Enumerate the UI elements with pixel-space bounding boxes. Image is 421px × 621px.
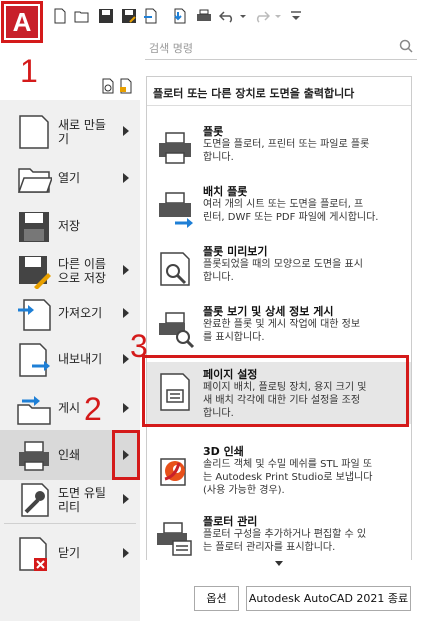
export-icon xyxy=(19,343,50,377)
chevron-right-icon xyxy=(123,494,129,504)
application-button[interactable]: A xyxy=(1,1,43,43)
scroll-down-arrow-icon xyxy=(275,561,283,566)
search-icon xyxy=(399,39,413,53)
close-drawing-icon xyxy=(19,537,47,571)
menu-item-close[interactable]: 닫기 xyxy=(0,528,140,578)
import-icon xyxy=(18,299,51,331)
wrench-icon xyxy=(21,483,49,517)
application-menu: A 1 검색 명령 새로 만들 기 열기 저장 다른 이름 으로 저장 가져오기… xyxy=(0,0,421,621)
print-submenu-panel: 플로터 또는 다른 장치로 도면을 출력합니다 플롯 도면을 플로터, 프린터 … xyxy=(146,76,412,570)
entry-description: 플롯되었을 때의 모양으로 도면을 표시 합니다. xyxy=(203,259,363,283)
chevron-right-icon xyxy=(123,354,129,364)
panel-title: 플로터 또는 다른 장치로 도면을 출력합니다 xyxy=(153,87,355,100)
chevron-right-icon xyxy=(123,308,129,318)
export-icon[interactable] xyxy=(143,8,159,24)
menu-item-export[interactable]: 내보내기 xyxy=(0,334,140,384)
3d-print-entry[interactable]: 3D 인쇄 솔리드 객체 및 수밀 메쉬를 STL 파일 또 는 Autodes… xyxy=(147,445,411,505)
plot-icon[interactable] xyxy=(196,8,212,24)
printer-icon xyxy=(19,441,49,471)
entry-description: 여러 개의 시트 또는 도면을 플로터, 프 린터, DWF 또는 PDF 파일… xyxy=(203,199,379,223)
menu-item-save[interactable]: 저장 xyxy=(0,201,140,251)
save-icon[interactable] xyxy=(98,8,114,24)
quick-access-toolbar: A xyxy=(0,0,421,43)
entry-title: 플로터 관리 xyxy=(203,515,258,528)
redo-dropdown-icon[interactable] xyxy=(274,8,282,24)
entry-title: 배치 플롯 xyxy=(203,185,248,198)
menu-item-label: 다른 이름 으로 저장 xyxy=(58,257,106,285)
application-menu-commands: 새로 만들 기 열기 저장 다른 이름 으로 저장 가져오기 내보내기 게시 인… xyxy=(0,100,140,621)
import-icon[interactable] xyxy=(172,8,188,24)
menu-item-label: 닫기 xyxy=(58,546,81,560)
batch-plot-icon xyxy=(159,192,193,228)
entry-description: 솔리드 객체 및 수밀 메쉬를 STL 파일 또 는 Autodesk Prin… xyxy=(203,459,373,496)
plotter-manager-entry[interactable]: 플로터 관리 플로터 구성을 추가하거나 편집할 수 있 는 플로터 관리자를 … xyxy=(147,515,411,565)
save-as-disk-icon xyxy=(19,256,51,289)
open-folder-icon xyxy=(17,168,52,193)
menu-separator xyxy=(4,523,136,524)
view-plot-details-entry[interactable]: 플롯 보기 및 상세 정보 게시 완료한 플롯 및 게시 작업에 대한 정보 를… xyxy=(147,305,411,355)
menu-item-new[interactable]: 새로 만들 기 xyxy=(0,106,140,156)
chevron-right-icon xyxy=(123,548,129,558)
menu-item-label: 저장 xyxy=(58,219,81,233)
menu-item-drawing-utilities[interactable]: 도면 유틸 리티 xyxy=(0,474,140,524)
chevron-right-icon xyxy=(123,265,129,275)
entry-title: 플롯 보기 및 상세 정보 게시 xyxy=(203,305,334,318)
new-icon[interactable] xyxy=(52,8,68,24)
panel-divider xyxy=(147,105,411,106)
entry-description: 완료한 플롯 및 게시 작업에 대한 정보 를 표시합니다. xyxy=(203,319,361,343)
menu-item-label: 인쇄 xyxy=(58,448,81,462)
entry-title: 플롯 xyxy=(203,125,224,138)
panel-scroll-down[interactable] xyxy=(146,560,412,570)
customize-toolbar-icon[interactable] xyxy=(288,8,304,24)
menu-item-label: 도면 유틸 리티 xyxy=(58,486,106,514)
exit-autocad-button[interactable]: Autodesk AutoCAD 2021 종료 xyxy=(246,586,411,611)
redo-icon[interactable] xyxy=(254,8,270,24)
save-as-icon[interactable] xyxy=(121,8,137,24)
undo-icon[interactable] xyxy=(219,8,235,24)
entry-description: 플로터 구성을 추가하거나 편집할 수 있 는 플로터 관리자를 표시합니다. xyxy=(203,529,367,553)
open-icon[interactable] xyxy=(74,8,90,24)
new-drawing-icon xyxy=(19,115,49,149)
entry-title: 3D 인쇄 xyxy=(203,445,244,458)
autocad-logo-icon: A xyxy=(6,6,38,38)
annotation-number-3: 3 xyxy=(130,328,148,364)
plot-entry[interactable]: 플롯 도면을 플로터, 프린터 또는 파일로 플롯 합니다. xyxy=(147,125,411,175)
search-placeholder: 검색 명령 xyxy=(149,42,193,55)
open-documents-icon[interactable] xyxy=(118,78,134,94)
chevron-right-icon xyxy=(123,403,129,413)
menu-item-label: 새로 만들 기 xyxy=(58,118,106,146)
publish-icon xyxy=(17,396,51,425)
entry-description: 도면을 플로터, 프린터 또는 파일로 플롯 합니다. xyxy=(203,139,370,163)
save-disk-icon xyxy=(19,212,49,242)
menu-item-publish[interactable]: 게시 xyxy=(0,383,140,433)
entry-title: 플롯 미리보기 xyxy=(203,245,268,258)
3d-print-icon xyxy=(160,458,186,486)
plot-icon xyxy=(159,132,191,164)
annotation-number-1: 1 xyxy=(20,53,38,89)
chevron-right-icon xyxy=(123,173,129,183)
annotation-number-2: 2 xyxy=(84,391,102,427)
annotation-highlight-print-arrow xyxy=(112,430,140,480)
annotation-highlight-page-setup xyxy=(142,355,409,427)
plot-details-icon xyxy=(159,312,195,349)
menu-item-label: 열기 xyxy=(58,171,81,185)
batch-plot-entry[interactable]: 배치 플롯 여러 개의 시트 또는 도면을 플로터, 프 린터, DWF 또는 … xyxy=(147,185,411,243)
menu-item-import[interactable]: 가져오기 xyxy=(0,288,140,338)
plotter-manager-icon xyxy=(157,522,192,556)
plot-preview-entry[interactable]: 플롯 미리보기 플롯되었을 때의 모양으로 도면을 표시 합니다. xyxy=(147,245,411,295)
undo-dropdown-icon[interactable] xyxy=(239,8,247,24)
chevron-right-icon xyxy=(123,126,129,136)
menu-item-open[interactable]: 열기 xyxy=(0,153,140,203)
menu-item-label: 게시 xyxy=(58,401,81,415)
search-box[interactable]: 검색 명령 xyxy=(145,36,417,60)
recent-documents-icon[interactable] xyxy=(100,78,116,94)
menu-item-label: 가져오기 xyxy=(58,306,103,320)
options-button[interactable]: 옵션 xyxy=(194,586,239,611)
plot-preview-icon xyxy=(160,252,190,286)
menu-item-label: 내보내기 xyxy=(58,352,103,366)
